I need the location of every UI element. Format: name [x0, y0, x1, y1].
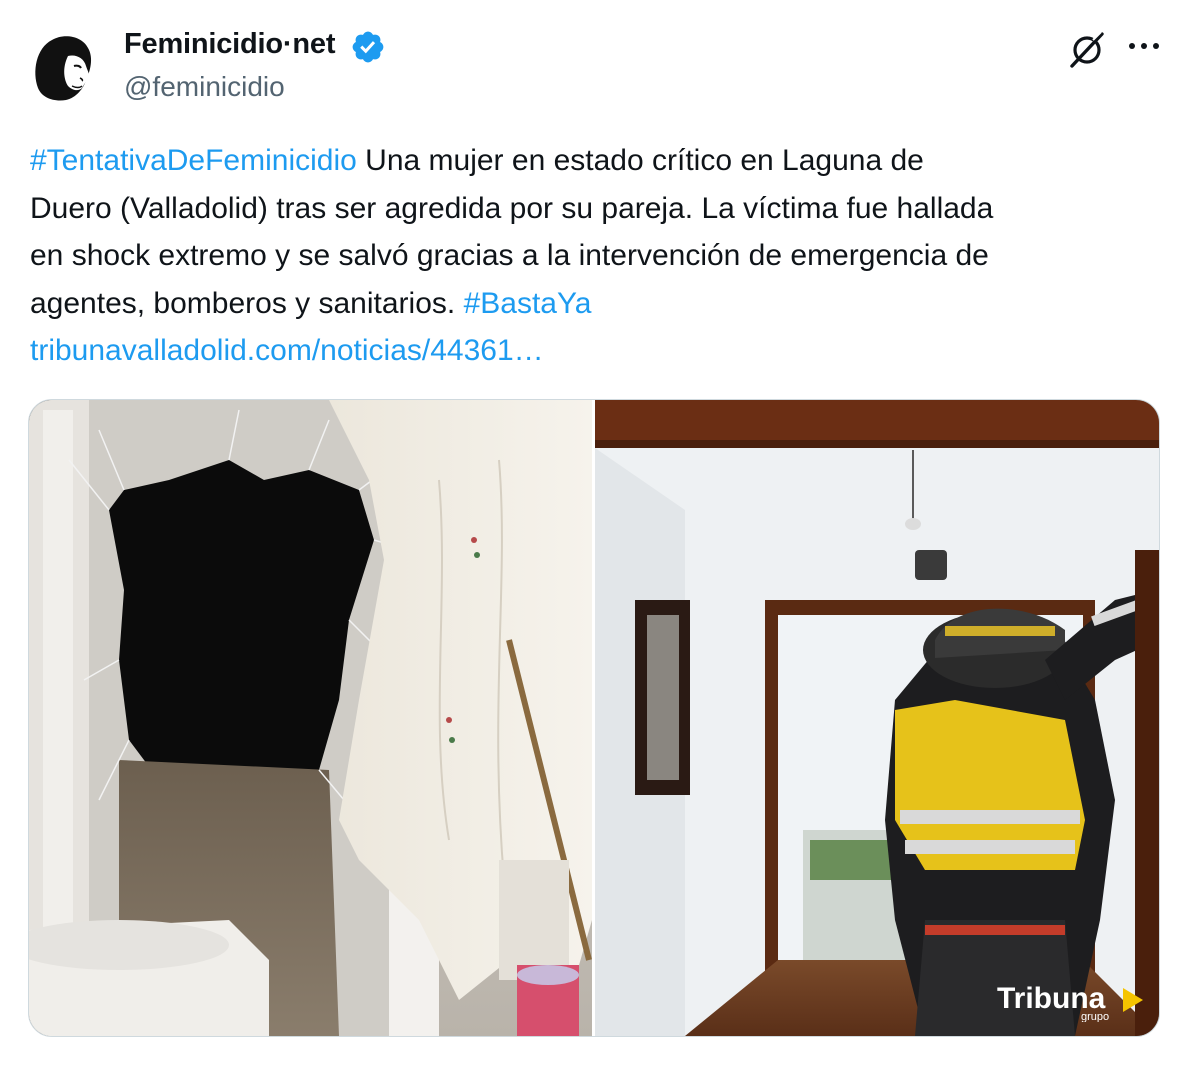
tribuna-watermark: Tribuna grupo — [997, 982, 1143, 1022]
verified-badge-icon — [352, 31, 384, 63]
tweet-line-2: Duero (Valladolid) tras ser agredida por… — [30, 191, 994, 225]
tweet-line-4: agentes, bomberos y sanitarios. #BastaYa — [30, 280, 1160, 328]
author-handle[interactable]: @feminicidio — [124, 71, 285, 103]
avatar[interactable] — [28, 28, 104, 104]
firefighter-hallway-image — [595, 400, 1159, 1036]
more-icon[interactable] — [1124, 30, 1164, 66]
play-triangle-icon — [1123, 988, 1143, 1012]
tweet-line-3: en shock extremo y se salvó gracias a la… — [30, 239, 989, 272]
media-grid: Tribuna grupo — [28, 399, 1160, 1037]
hashtag-link[interactable]: #BastaYa — [464, 287, 592, 320]
display-name[interactable]: Feminicidio·net — [124, 28, 335, 61]
photo-firefighter-hallway[interactable] — [595, 400, 1159, 1036]
hashtag-link[interactable]: #TentativaDeFeminicidio — [30, 144, 357, 177]
article-link[interactable]: tribunavalladolid.com/noticias/44361… — [30, 334, 544, 367]
photo-broken-glass-door[interactable] — [29, 400, 592, 1036]
tweet-line-5: tribunavalladolid.com/noticias/44361… — [30, 327, 1160, 375]
tweet-line-1: #TentativaDeFeminicidio Una mujer en est… — [30, 137, 1160, 185]
tweet: Feminicidio·net @feminicidio #TentativaD… — [0, 0, 1190, 1068]
grok-icon[interactable] — [1065, 28, 1109, 72]
tweet-text-segment: Una mujer en estado crítico en Laguna de — [356, 144, 924, 177]
watermark-sub: grupo — [1081, 1011, 1109, 1022]
tweet-text-segment: agentes, bomberos y sanitarios. — [30, 286, 464, 320]
woman-silhouette-logo — [28, 28, 104, 104]
tweet-text: #TentativaDeFeminicidio Una mujer en est… — [30, 137, 1160, 375]
broken-glass-door-image — [29, 400, 592, 1036]
